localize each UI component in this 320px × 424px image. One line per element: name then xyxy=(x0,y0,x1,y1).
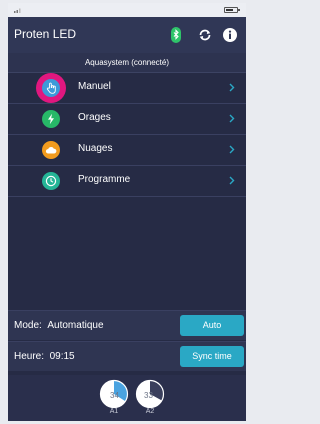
gauge-a2-value: 33 xyxy=(144,391,153,400)
gauge-a2[interactable]: 33 xyxy=(135,379,165,409)
mode-value: Automatique xyxy=(47,320,104,331)
menu-label-manuel: Manuel xyxy=(78,81,111,92)
auto-button[interactable]: Auto xyxy=(180,315,244,336)
cloud-icon xyxy=(42,141,60,159)
status-bar xyxy=(8,3,246,17)
menu-item-nuages[interactable]: Nuages xyxy=(8,135,246,166)
menu-label-orages: Orages xyxy=(78,112,111,123)
lightning-icon xyxy=(42,110,60,128)
channel-gauges: 34 A1 33 A2 xyxy=(8,375,246,421)
app-header: Proten LED xyxy=(8,17,246,53)
sync-time-button[interactable]: Sync time xyxy=(180,346,244,367)
hand-pointer-icon xyxy=(42,79,60,97)
time-label-text: Heure: xyxy=(14,351,45,362)
refresh-icon[interactable] xyxy=(197,27,213,43)
app-screen: Proten LED Aquasystem (connecté) Manuel xyxy=(8,3,246,421)
signal-icon xyxy=(14,8,21,13)
app-title: Proten LED xyxy=(14,27,77,41)
menu-item-orages[interactable]: Orages xyxy=(8,104,246,135)
menu-item-programme[interactable]: Programme xyxy=(8,166,246,197)
gauge-a1-value: 34 xyxy=(110,391,119,400)
gauge-a1-caption: A1 xyxy=(109,408,119,415)
chevron-right-icon xyxy=(229,145,235,154)
menu-item-manuel[interactable]: Manuel xyxy=(8,73,246,104)
clock-icon xyxy=(42,172,60,190)
time-value: 09:15 xyxy=(49,351,75,362)
mode-label-text: Mode: xyxy=(14,320,42,331)
bluetooth-icon[interactable] xyxy=(168,27,184,43)
time-label: Heure: 09:15 xyxy=(14,351,75,362)
mode-label: Mode: Automatique xyxy=(14,320,104,331)
mode-row: Mode: Automatique Auto xyxy=(8,310,246,340)
chevron-right-icon xyxy=(229,114,235,123)
menu-label-nuages: Nuages xyxy=(78,143,113,154)
chevron-right-icon xyxy=(229,83,235,92)
chevron-right-icon xyxy=(229,176,235,185)
connection-status: Aquasystem (connecté) xyxy=(8,53,246,73)
info-icon[interactable] xyxy=(222,27,238,43)
gauge-a1[interactable]: 34 xyxy=(99,379,129,409)
time-row: Heure: 09:15 Sync time xyxy=(8,341,246,371)
battery-icon xyxy=(224,7,240,13)
gauge-a2-caption: A2 xyxy=(145,408,155,415)
menu-label-programme: Programme xyxy=(78,174,131,185)
